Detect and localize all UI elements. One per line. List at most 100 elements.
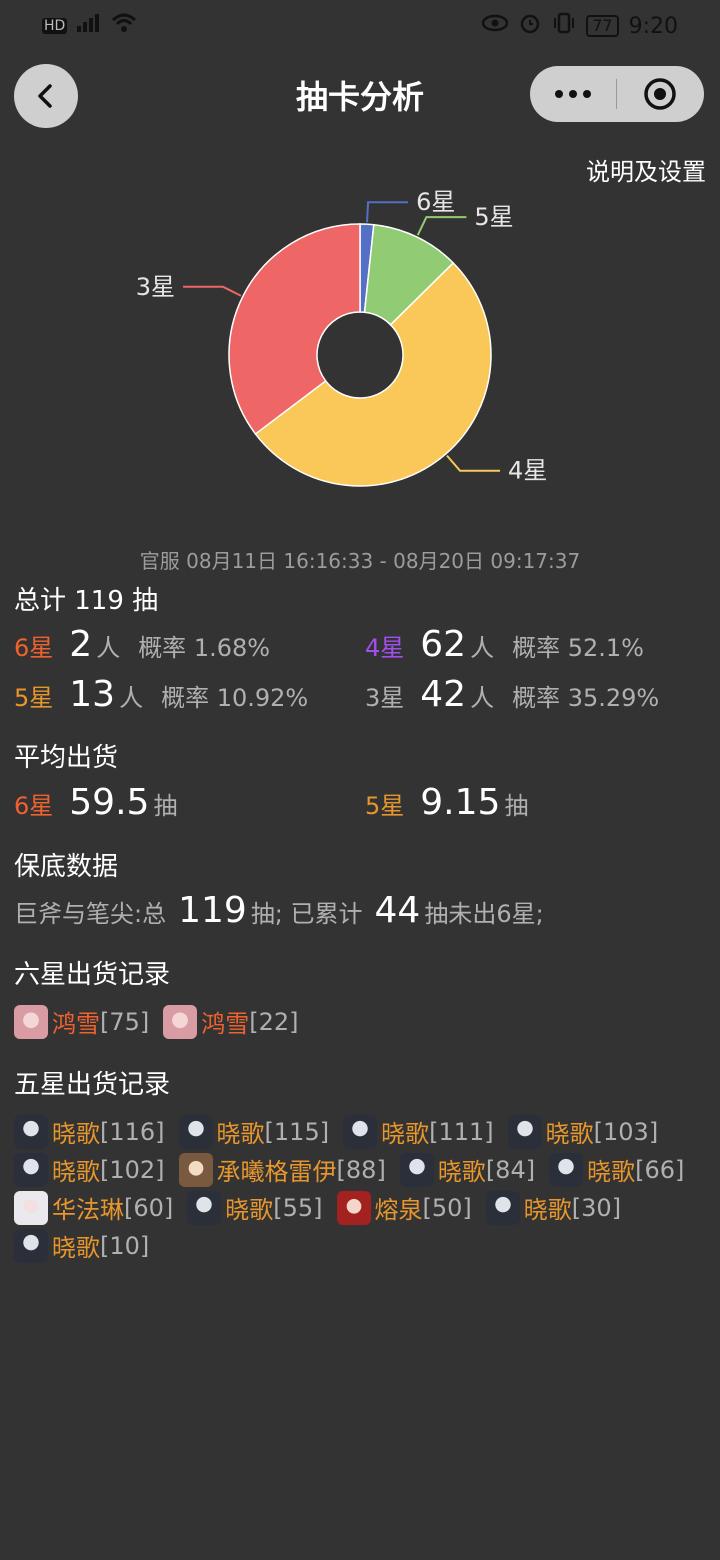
five-star-records-row: 晓歌 [116] 晓歌 [115] 晓歌 [111] 晓歌 [103] bbox=[14, 1114, 672, 1149]
average-star-label: 6星 bbox=[14, 792, 54, 820]
avatar bbox=[507, 1114, 542, 1149]
record-item: 华法琳 [60] bbox=[14, 1190, 173, 1225]
close-mini-program-button[interactable] bbox=[617, 77, 703, 111]
record-count: [103] bbox=[593, 1117, 659, 1146]
record-count: [30] bbox=[571, 1193, 622, 1222]
record-item: 晓歌 [111] bbox=[343, 1114, 494, 1149]
more-button[interactable] bbox=[530, 89, 616, 99]
record-item: 鸿雪 [75] bbox=[14, 1004, 149, 1039]
stat-star-label: 5星 bbox=[14, 684, 54, 712]
record-count: [88] bbox=[336, 1155, 386, 1184]
record-count: [115] bbox=[264, 1117, 330, 1146]
record-name: 晓歌 bbox=[52, 1158, 100, 1186]
stat-five-star: 5星 13 人 概率 10.92% bbox=[14, 674, 308, 715]
six-star-records-title: 六星出货记录 bbox=[14, 960, 171, 990]
average-unit: 抽 bbox=[504, 792, 529, 820]
pity-pool-label: 巨斧与笔尖:总 bbox=[14, 900, 167, 928]
stat-star-label: 3星 bbox=[365, 684, 405, 712]
stat-unit: 人 bbox=[96, 634, 121, 662]
alarm-icon bbox=[518, 12, 542, 40]
slice-label: 6星 bbox=[416, 188, 455, 216]
record-item: 晓歌 [30] bbox=[485, 1190, 622, 1225]
slice-label-line bbox=[366, 201, 409, 223]
avatar bbox=[178, 1114, 213, 1149]
record-item: 晓歌 [115] bbox=[178, 1114, 330, 1149]
avatar bbox=[485, 1190, 520, 1225]
record-item: 晓歌 [103] bbox=[507, 1114, 659, 1149]
record-name: 华法琳 bbox=[52, 1196, 124, 1224]
six-star-records-list: 鸿雪 [75] 鸿雪 [22] bbox=[14, 1004, 313, 1039]
slice-label-line bbox=[183, 285, 242, 297]
five-star-records-row: 晓歌 [102] 承曦格雷伊 [88] 晓歌 [84] 晓歌 [66] bbox=[14, 1152, 698, 1187]
record-name: 鸿雪 bbox=[52, 1010, 100, 1038]
slice-label: 4星 bbox=[508, 457, 547, 485]
status-right: 77 9:20 bbox=[481, 12, 678, 40]
avatar bbox=[14, 1152, 48, 1187]
stat-count: 13 bbox=[69, 674, 116, 715]
record-item: 承曦格雷伊 [88] bbox=[178, 1152, 386, 1187]
stat-unit: 人 bbox=[470, 684, 495, 712]
pity-since: 44 bbox=[374, 890, 421, 931]
stat-three-star: 3星 42 人 概率 35.29% bbox=[365, 674, 659, 715]
stat-rate: 概率 1.68% bbox=[138, 634, 271, 662]
hd-icon: HD bbox=[42, 18, 68, 34]
record-name: 承曦格雷伊 bbox=[216, 1158, 337, 1186]
average-title: 平均出货 bbox=[14, 743, 119, 773]
stat-count: 62 bbox=[420, 624, 467, 665]
avatar bbox=[343, 1114, 378, 1149]
record-count: [55] bbox=[273, 1193, 323, 1222]
slice-label: 3星 bbox=[136, 273, 175, 301]
record-name: 晓歌 bbox=[225, 1196, 274, 1224]
avatar bbox=[178, 1152, 213, 1187]
avatar bbox=[336, 1190, 371, 1225]
record-item: 晓歌 [55] bbox=[187, 1190, 323, 1225]
record-item: 晓歌 [10] bbox=[14, 1228, 149, 1263]
slice-label-line bbox=[446, 454, 501, 472]
target-icon bbox=[644, 78, 676, 110]
record-name: 晓歌 bbox=[437, 1158, 486, 1186]
avatar bbox=[163, 1004, 198, 1039]
record-name: 晓歌 bbox=[587, 1158, 636, 1186]
stat-unit: 人 bbox=[119, 684, 144, 712]
record-count: [50] bbox=[422, 1193, 472, 1222]
status-bar: HD 77 9:20 bbox=[0, 0, 720, 50]
avatar bbox=[187, 1190, 222, 1225]
record-count: [102] bbox=[100, 1155, 165, 1184]
avatar bbox=[14, 1114, 48, 1149]
record-name: 晓歌 bbox=[545, 1120, 594, 1148]
clock: 9:20 bbox=[628, 13, 678, 39]
record-name: 晓歌 bbox=[52, 1120, 100, 1148]
record-item: 晓歌 [116] bbox=[14, 1114, 165, 1149]
record-name: 熔泉 bbox=[374, 1196, 423, 1224]
pity-line: 巨斧与笔尖:总 119 抽; 已累计 44 抽未出6星; bbox=[14, 890, 544, 931]
4g-signal-icon bbox=[75, 12, 103, 40]
record-count: [60] bbox=[124, 1193, 174, 1222]
stat-count: 2 bbox=[69, 624, 93, 665]
stat-star-label: 6星 bbox=[14, 634, 54, 662]
pull-distribution-chart: 6星 5星 4星 3星 bbox=[136, 188, 547, 487]
pity-tail-text: 抽未出6星; bbox=[424, 900, 544, 928]
average-value: 59.5 bbox=[69, 782, 150, 823]
average-five-star: 5星 9.15 抽 bbox=[365, 782, 528, 823]
record-item: 鸿雪 [22] bbox=[163, 1004, 299, 1039]
stat-four-star: 4星 62 人 概率 52.1% bbox=[365, 624, 644, 665]
stat-star-label: 4星 bbox=[365, 634, 405, 662]
wifi-icon bbox=[111, 12, 137, 40]
record-name: 晓歌 bbox=[523, 1196, 572, 1224]
record-name: 晓歌 bbox=[216, 1120, 265, 1148]
avatar bbox=[14, 1228, 48, 1263]
stat-unit: 人 bbox=[470, 634, 495, 662]
average-unit: 抽 bbox=[153, 792, 178, 820]
more-dots-icon bbox=[555, 90, 591, 98]
record-count: [66] bbox=[635, 1155, 685, 1184]
record-count: [111] bbox=[429, 1117, 494, 1146]
record-name: 鸿雪 bbox=[201, 1010, 250, 1038]
average-six-star: 6星 59.5 抽 bbox=[14, 782, 177, 823]
stat-rate: 概率 52.1% bbox=[512, 634, 644, 662]
stat-count: 42 bbox=[420, 674, 467, 715]
record-count: [10] bbox=[100, 1231, 150, 1260]
five-star-records-row: 晓歌 [10] bbox=[14, 1228, 163, 1263]
stat-six-star: 6星 2 人 概率 1.68% bbox=[14, 624, 270, 665]
total-pulls: 总计 119 抽 bbox=[14, 586, 159, 616]
record-item: 晓歌 [102] bbox=[14, 1152, 165, 1187]
